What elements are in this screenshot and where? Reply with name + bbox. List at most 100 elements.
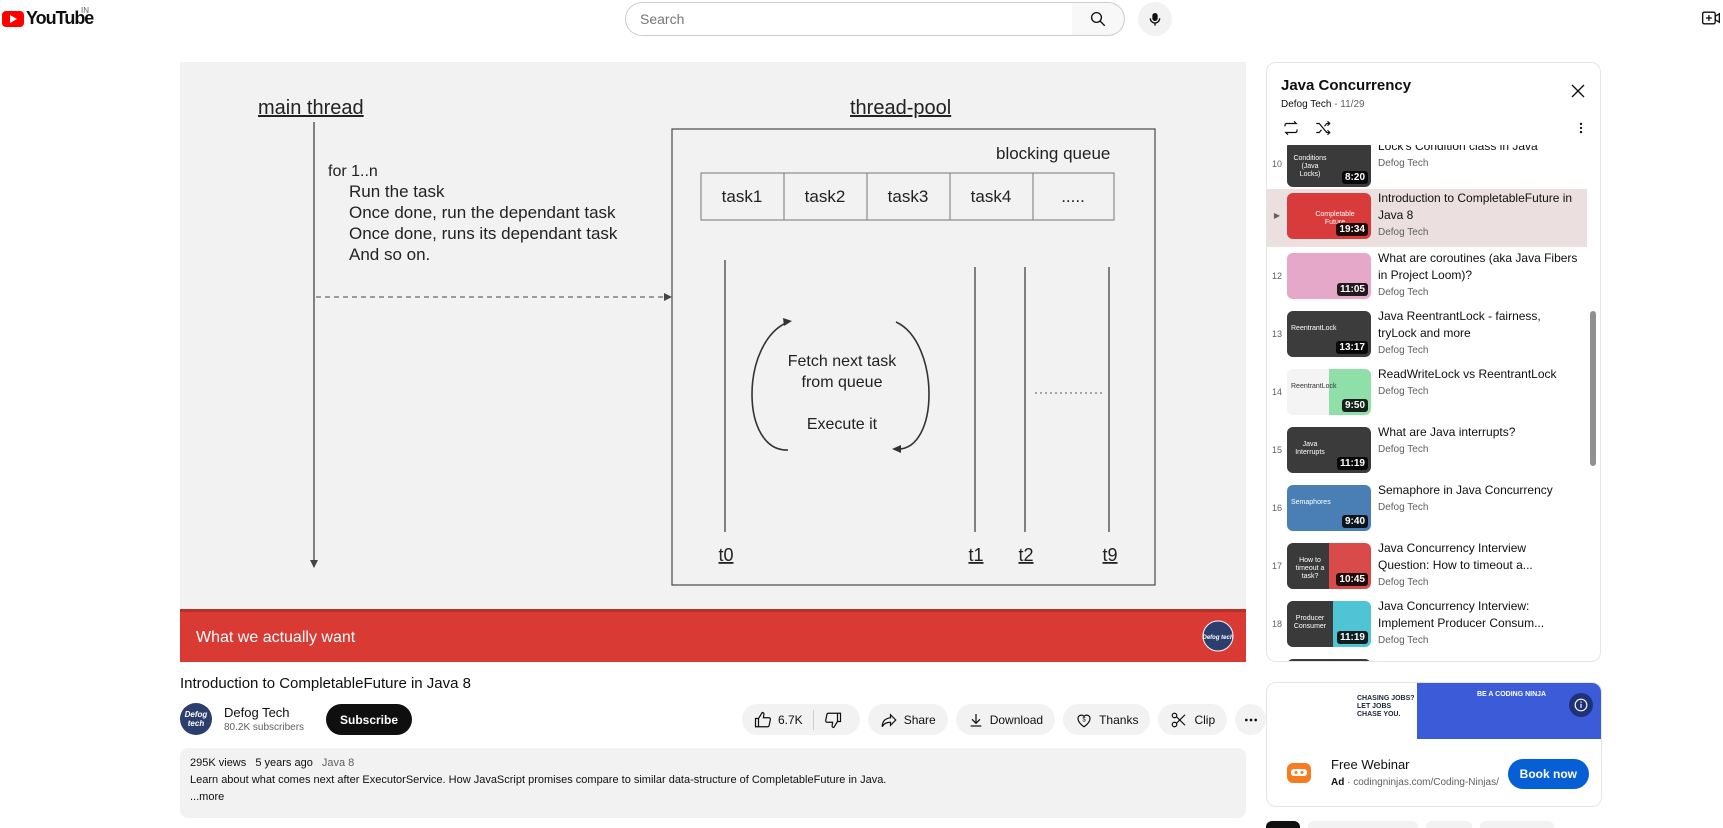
playlist-item-index: 13 bbox=[1271, 329, 1282, 339]
channel-name[interactable]: Defog Tech bbox=[224, 705, 304, 720]
voice-search-button[interactable] bbox=[1138, 2, 1172, 36]
video-thumbnail[interactable]: Semaphores 9:40 bbox=[1287, 485, 1371, 531]
create-button[interactable] bbox=[1700, 7, 1722, 29]
video-duration: 11:19 bbox=[1336, 457, 1368, 470]
subscriber-count: 80.2K subscribers bbox=[224, 722, 305, 733]
more-actions-button[interactable] bbox=[1235, 704, 1267, 735]
playlist-item[interactable]: 16 Semaphores 9:40 Semaphore in Java Con… bbox=[1267, 481, 1587, 539]
thumbnail-text: Producer Consumer bbox=[1293, 615, 1327, 630]
playlist-item[interactable]: 10 Conditions (Java Locks) 8:20 Lock's C… bbox=[1267, 145, 1587, 195]
playlist-menu-button[interactable] bbox=[1574, 119, 1588, 142]
thumbnail-text: How to timeout a task? bbox=[1295, 557, 1325, 580]
youtube-logo[interactable]: YouTube IN bbox=[2, 6, 94, 29]
queue-task-4: task4 bbox=[971, 187, 1012, 206]
playlist-video-title[interactable]: Java Concurrency Interview: Implement Pr… bbox=[1378, 598, 1578, 632]
playlist-item[interactable]: 12 11:05 What are coroutines (aka Java F… bbox=[1267, 249, 1587, 307]
chip[interactable] bbox=[1480, 821, 1554, 828]
video-duration: 13:17 bbox=[1336, 341, 1368, 354]
upload-age: 5 years ago bbox=[255, 757, 313, 769]
download-icon bbox=[970, 713, 982, 727]
cycle-text-3: Execute it bbox=[807, 416, 878, 433]
subscribe-button[interactable]: Subscribe bbox=[326, 704, 413, 735]
mic-icon bbox=[1149, 13, 1161, 26]
clip-button[interactable]: Clip bbox=[1158, 704, 1228, 735]
playlist-video-title[interactable]: Introduction to CompletableFuture in Jav… bbox=[1378, 190, 1578, 224]
download-button[interactable]: Download bbox=[955, 704, 1056, 735]
playlist-item[interactable]: 13 ReentrantLock 13:17 Java ReentrantLoc… bbox=[1267, 307, 1587, 365]
ad-meta: Ad · codingninjas.com/Coding-Ninjas/ bbox=[1331, 777, 1499, 788]
playlist-video-channel: Defog Tech bbox=[1378, 502, 1429, 513]
video-duration: 19:34 bbox=[1336, 223, 1368, 236]
shuffle-button[interactable] bbox=[1313, 119, 1333, 142]
shuffle-icon bbox=[1316, 120, 1331, 136]
playlist-video-channel: Defog Tech bbox=[1378, 158, 1429, 169]
playlist-item[interactable]: 17 How to timeout a task? 10:45 Java Con… bbox=[1267, 539, 1587, 597]
playlist-item[interactable]: 18 Producer Consumer 11:19 Java Concurre… bbox=[1267, 597, 1587, 655]
playlist-video-title[interactable]: What are coroutines (aka Java Fibers in … bbox=[1378, 250, 1578, 284]
playlist-subtitle: Defog Tech - 11/29 bbox=[1281, 99, 1365, 110]
dislike-button[interactable] bbox=[824, 711, 848, 729]
video-thumbnail[interactable]: ReentrantLock 9:50 bbox=[1287, 369, 1371, 415]
playlist-scrollbar[interactable] bbox=[1590, 311, 1596, 466]
playlist-item-current[interactable]: ▶ Completable Future 19:34 Introduction … bbox=[1267, 189, 1587, 247]
playlist-video-title[interactable]: Lock's Condition class in Java bbox=[1378, 145, 1578, 155]
playlist-item-partial[interactable] bbox=[1267, 655, 1587, 661]
playlist-video-channel: Defog Tech bbox=[1378, 386, 1429, 397]
chip-all[interactable] bbox=[1266, 821, 1300, 828]
thread-pool-label: thread-pool bbox=[850, 97, 951, 119]
thanks-button[interactable]: $ Thanks bbox=[1063, 704, 1151, 735]
ad-url[interactable]: codingninjas.com/Coding-Ninjas/ bbox=[1353, 777, 1499, 788]
playlist-item[interactable]: 15 Java Interrupts 11:19 What are Java i… bbox=[1267, 423, 1587, 481]
playlist-video-title[interactable]: Java Concurrency Interview Question: How… bbox=[1378, 540, 1578, 574]
slide-caption: What we actually want bbox=[196, 629, 356, 646]
playlist-video-title[interactable]: Semaphore in Java Concurrency bbox=[1378, 482, 1578, 499]
more-horizontal-icon bbox=[1244, 718, 1257, 721]
video-thumbnail[interactable]: ReentrantLock 13:17 bbox=[1287, 311, 1371, 357]
playlist-channel[interactable]: Defog Tech bbox=[1281, 99, 1331, 110]
video-thumbnail[interactable] bbox=[1287, 659, 1371, 661]
search-box[interactable] bbox=[625, 2, 1073, 36]
blocking-queue-label: blocking queue bbox=[996, 144, 1110, 163]
book-now-button[interactable]: Book now bbox=[1507, 759, 1589, 789]
video-player[interactable]: main thread for 1..n Run the task Once d… bbox=[180, 62, 1246, 662]
ad-title[interactable]: Free Webinar bbox=[1331, 757, 1410, 772]
share-icon bbox=[881, 712, 897, 727]
video-duration: 11:19 bbox=[1336, 631, 1368, 644]
show-more-link[interactable]: ...more bbox=[190, 791, 224, 803]
video-thumbnail[interactable]: Conditions (Java Locks) 8:20 bbox=[1287, 145, 1371, 187]
video-thumbnail[interactable]: Java Interrupts 11:19 bbox=[1287, 427, 1371, 473]
sponsored-ad[interactable]: CHASING JOBS? LET JOBS CHASE YOU. BE A C… bbox=[1266, 682, 1602, 807]
video-thumbnail[interactable]: Completable Future 19:34 bbox=[1287, 193, 1371, 239]
like-button[interactable]: 6.7K bbox=[754, 711, 803, 729]
queue-task-more: ..... bbox=[1061, 187, 1085, 206]
thumbnail-text: Java Interrupts bbox=[1295, 441, 1325, 456]
chip[interactable] bbox=[1426, 821, 1472, 828]
clip-label: Clip bbox=[1194, 712, 1216, 727]
video-thumbnail[interactable]: How to timeout a task? 10:45 bbox=[1287, 543, 1371, 589]
hashtag[interactable]: Java 8 bbox=[322, 757, 354, 769]
ad-banner[interactable]: CHASING JOBS? LET JOBS CHASE YOU. BE A C… bbox=[1267, 683, 1601, 739]
cycle-text-2: from queue bbox=[802, 374, 883, 391]
close-playlist-button[interactable] bbox=[1566, 79, 1590, 103]
loop-line-3: Once done, run the dependant task bbox=[349, 203, 616, 222]
playlist-video-title[interactable]: Java ReentrantLock - fairness, tryLock a… bbox=[1378, 308, 1578, 342]
playlist-title[interactable]: Java Concurrency bbox=[1281, 77, 1411, 94]
action-row: 6.7K Share Download $ Thanks Clip bbox=[742, 704, 1267, 735]
chip[interactable] bbox=[1308, 821, 1418, 828]
channel-avatar[interactable]: Defog tech bbox=[180, 703, 212, 735]
playlist-video-title[interactable]: ReadWriteLock vs ReentrantLock bbox=[1378, 366, 1578, 383]
share-button[interactable]: Share bbox=[867, 704, 948, 735]
search-button[interactable] bbox=[1072, 2, 1125, 36]
description-box[interactable]: 295K views 5 years ago Java 8 Learn abou… bbox=[180, 748, 1246, 818]
thread-label-t0: t0 bbox=[718, 545, 733, 565]
view-count: 295K views bbox=[190, 757, 247, 769]
ad-info-button[interactable] bbox=[1569, 693, 1593, 717]
channel-owner: Defog tech Defog Tech 80.2K subscribers bbox=[180, 703, 304, 735]
video-thumbnail[interactable]: 11:05 bbox=[1287, 253, 1371, 299]
loop-button[interactable] bbox=[1281, 119, 1301, 142]
related-chips bbox=[1266, 821, 1562, 828]
video-thumbnail[interactable]: Producer Consumer 11:19 bbox=[1287, 601, 1371, 647]
playlist-video-title[interactable]: What are Java interrupts? bbox=[1378, 424, 1578, 441]
search-input[interactable] bbox=[640, 11, 1058, 27]
playlist-item[interactable]: 14 ReentrantLock 9:50 ReadWriteLock vs R… bbox=[1267, 365, 1587, 423]
